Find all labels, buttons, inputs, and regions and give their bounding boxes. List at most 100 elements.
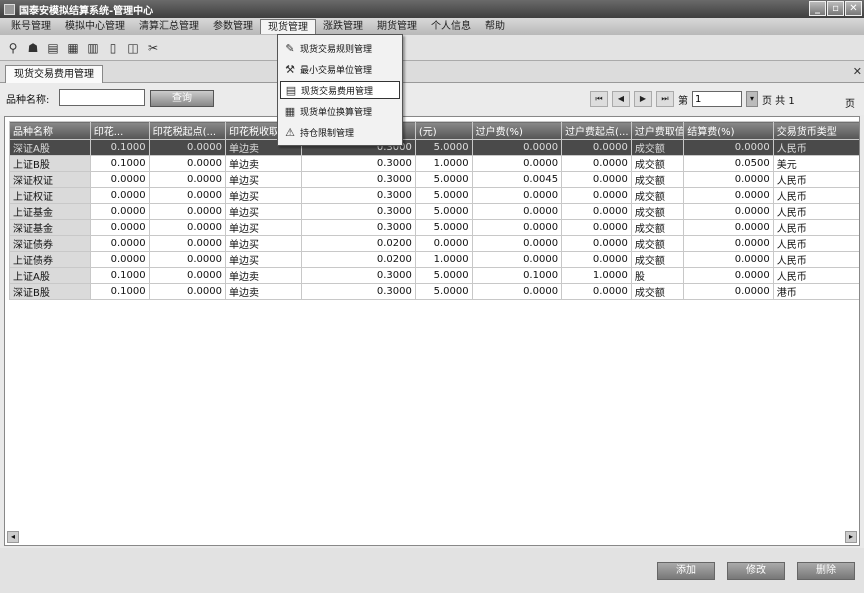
page-spinner[interactable]: ▾: [746, 91, 758, 107]
scroll-right-arrow[interactable]: ▸: [845, 531, 857, 543]
fee-table: 品种名称 印花... 印花税起点(... 印花税收取... (元) 过户费(%) 过户费起点…: [9, 121, 859, 300]
tab-fee-management[interactable]: 现货交易费用管理: [5, 65, 103, 83]
dropdown-item-4[interactable]: ⚠ 持仓限制管理: [280, 123, 400, 141]
column-header[interactable]: 印花税起点(...: [148, 121, 227, 140]
spot-management-dropdown: ✎ 现货交易规则管理 ⚒ 最小交易单位管理 ▤ 现货交易费用管理 ▦ 现货单位换算管理 ⚠ 持仓限…: [277, 34, 403, 146]
window-icon[interactable]: ◫: [126, 41, 140, 55]
edit-button[interactable]: 修改: [727, 562, 785, 580]
table-cell: 0.0000: [148, 171, 227, 188]
delete-button[interactable]: 删除: [797, 562, 855, 580]
menu-item-7[interactable]: 个人信息: [424, 19, 478, 34]
table-cell: 上证B股: [9, 155, 91, 172]
column-header[interactable]: 过户费起点(...: [561, 121, 632, 140]
users-icon[interactable]: ☗: [26, 41, 40, 55]
table-cell: 0.0000: [561, 155, 632, 172]
table-cell: 0.0000: [148, 203, 227, 220]
first-page-button[interactable]: ⏮: [590, 91, 608, 107]
table-cell: 0.0000: [561, 283, 632, 300]
table-row[interactable]: 上证权证 0.0000 0.0000 单边买 0.3000 5.0000 0.0000 0.0…: [9, 187, 859, 204]
table-cell: 人民币: [772, 235, 859, 252]
table-row[interactable]: 上证B股 0.1000 0.0000 单边卖 0.3000 1.0000 0.0000 0.0…: [9, 155, 859, 172]
grid-icon[interactable]: ▦: [66, 41, 80, 55]
table-cell: 成交额: [630, 171, 685, 188]
table-cell: 深证权证: [9, 171, 91, 188]
dropdown-item-2[interactable]: ▤ 现货交易费用管理: [280, 81, 400, 99]
menu-bar: 账号管理 模拟中心管理 清算汇总管理 参数管理 现货管理 涨跌管理 期货管理 个人信息 帮助: [0, 18, 864, 35]
table-row[interactable]: 深证A股 0.1000 0.0000 单边卖 0.3000 5.0000 0.0000 0.0…: [9, 139, 859, 156]
scroll-left-arrow[interactable]: ◂: [7, 531, 19, 543]
dropdown-item-label: 现货交易费用管理: [301, 86, 374, 97]
prev-page-button[interactable]: ◀: [612, 91, 630, 107]
menu-item-1[interactable]: 模拟中心管理: [58, 19, 132, 34]
menu-item-5[interactable]: 涨跌管理: [316, 19, 370, 34]
table-row[interactable]: 上证债券 0.0000 0.0000 单边买 0.0200 1.0000 0.0000 0.0…: [9, 251, 859, 268]
fee-grid: 品种名称 印花... 印花税起点(... 印花税收取... (元) 过户费(%) 过户费起点…: [4, 116, 860, 546]
add-button[interactable]: 添加: [657, 562, 715, 580]
menu-item-6[interactable]: 期货管理: [370, 19, 424, 34]
table-cell: 深证债券: [9, 235, 91, 252]
tab-close-icon[interactable]: ✕: [853, 65, 862, 78]
menu-item-0[interactable]: 账号管理: [4, 19, 58, 34]
menu-item-3[interactable]: 参数管理: [206, 19, 260, 34]
column-header[interactable]: 交易货币类型: [772, 121, 859, 140]
last-page-button[interactable]: ⏭: [656, 91, 674, 107]
column-header[interactable]: 品种名称: [9, 121, 91, 140]
column-header[interactable]: 结算费(%): [683, 121, 774, 140]
page-number-input[interactable]: [692, 91, 742, 107]
table-cell: 人民币: [772, 219, 859, 236]
table-cell: 0.0000: [148, 219, 227, 236]
table-cell: 0.0000: [148, 283, 227, 300]
table-cell: 0.0045: [471, 171, 563, 188]
table-cell: 0.0000: [561, 139, 632, 156]
query-button[interactable]: 查询: [150, 90, 214, 107]
dropdown-item-label: 现货交易规则管理: [300, 44, 373, 55]
table-cell: 单边卖: [225, 155, 303, 172]
table-cell: 0.0000: [561, 251, 632, 268]
column-header[interactable]: 过户费(%): [471, 121, 563, 140]
menu-item-2[interactable]: 清算汇总管理: [132, 19, 206, 34]
table-cell: 单边买: [225, 219, 303, 236]
database-icon[interactable]: ▤: [46, 41, 60, 55]
document-icon[interactable]: ▯: [106, 41, 120, 55]
table-row[interactable]: 上证A股 0.1000 0.0000 单边卖 0.3000 5.0000 0.1000 1.0…: [9, 267, 859, 284]
menu-item-4[interactable]: 现货管理: [260, 19, 316, 34]
close-button[interactable]: ✕: [845, 1, 862, 16]
tab-strip: 现货交易费用管理 ✕: [0, 61, 864, 83]
table-cell: 单边买: [225, 235, 303, 252]
table-cell: 5.0000: [414, 283, 473, 300]
next-page-button[interactable]: ▶: [634, 91, 652, 107]
fee-icon: ▤: [285, 83, 297, 97]
table-row[interactable]: 深证B股 0.1000 0.0000 单边卖 0.3000 5.0000 0.0000 0.0…: [9, 283, 859, 300]
minimize-button[interactable]: _: [809, 1, 826, 16]
table-cell: 0.0000: [471, 251, 563, 268]
table-cell: 0.0200: [301, 251, 416, 268]
table-cell: 5.0000: [414, 187, 473, 204]
table-cell: 0.3000: [301, 283, 416, 300]
table-row[interactable]: 深证基金 0.0000 0.0000 单边买 0.3000 5.0000 0.0000 0.0…: [9, 219, 859, 236]
chart-icon[interactable]: ▥: [86, 41, 100, 55]
page-total: 页 共 1: [762, 95, 795, 107]
dropdown-item-3[interactable]: ▦ 现货单位换算管理: [280, 102, 400, 120]
table-row[interactable]: 上证基金 0.0000 0.0000 单边买 0.3000 5.0000 0.0000 0.0…: [9, 203, 859, 220]
table-cell: 深证基金: [9, 219, 91, 236]
table-row[interactable]: 深证权证 0.0000 0.0000 单边买 0.3000 5.0000 0.0045 0.0…: [9, 171, 859, 188]
restore-button[interactable]: ▫: [827, 1, 844, 16]
window-title: 国泰安模拟结算系统-管理中心: [19, 5, 154, 17]
column-header[interactable]: 过户费取值...: [630, 121, 685, 140]
table-cell: 0.1000: [89, 267, 150, 284]
table-cell: 人民币: [772, 267, 859, 284]
table-cell: 0.0000: [683, 171, 774, 188]
table-cell: 1.0000: [414, 251, 473, 268]
dropdown-item-1[interactable]: ⚒ 最小交易单位管理: [280, 60, 400, 78]
column-header[interactable]: (元): [414, 121, 473, 140]
variety-name-input[interactable]: [59, 89, 145, 106]
table-cell: 0.0000: [471, 219, 563, 236]
binoculars-icon[interactable]: ⚲: [6, 41, 20, 55]
table-cell: 单边买: [225, 251, 303, 268]
table-row[interactable]: 深证债券 0.0000 0.0000 单边买 0.0200 0.0000 0.0000 0.0…: [9, 235, 859, 252]
tools-icon[interactable]: ✂: [146, 41, 160, 55]
column-header[interactable]: 印花...: [89, 121, 150, 140]
menu-item-8[interactable]: 帮助: [478, 19, 512, 34]
toolbar: ⚲ ☗ ▤ ▦ ▥ ▯ ◫ ✂: [0, 35, 864, 61]
dropdown-item-0[interactable]: ✎ 现货交易规则管理: [280, 39, 400, 57]
